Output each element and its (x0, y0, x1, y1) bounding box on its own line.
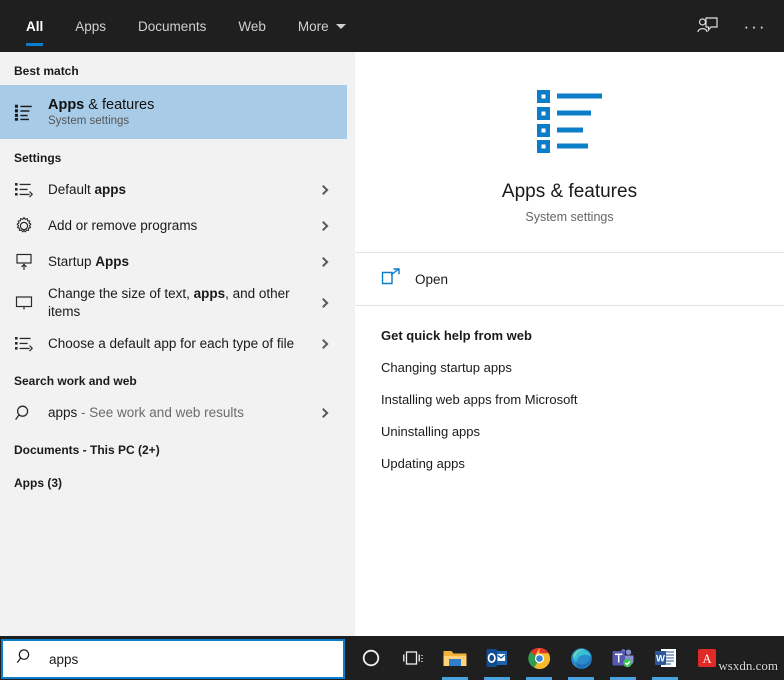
best-match-subtitle: System settings (48, 115, 154, 127)
quick-help-link-updating-apps[interactable]: Updating apps (381, 456, 784, 471)
quick-help-link-changing-startup-apps[interactable]: Changing startup apps (381, 360, 784, 375)
web-search-query: apps (48, 405, 77, 420)
tab-more-label: More (298, 19, 329, 34)
documents-header: Documents - This PC (2+) (0, 431, 347, 464)
overflow-dots: ··· (744, 18, 767, 35)
more-options-icon[interactable]: ··· (740, 11, 770, 41)
settings-item-add-or-remove-programs[interactable]: Add or remove programs (0, 208, 347, 244)
tab-active-underline (26, 43, 43, 46)
tab-web-label: Web (238, 19, 266, 34)
display-monitor-icon (14, 294, 34, 312)
settings-item-startup-apps[interactable]: Startup Apps (0, 244, 347, 280)
best-match-result-apps-and-features[interactable]: Apps & features System settings (0, 85, 347, 139)
open-external-icon (381, 268, 401, 291)
search-header: All Apps Documents Web More (0, 0, 784, 52)
watermark: wsxdn.com (718, 658, 778, 674)
settings-item-choose-default-app-label: Choose a default app for each type of fi… (48, 335, 294, 353)
search-icon (14, 403, 34, 423)
search-icon (16, 647, 35, 671)
startup-monitor-icon (14, 252, 34, 272)
default-apps-icon (14, 335, 34, 353)
label-pre: Change the size of text, (48, 286, 194, 301)
taskbar-search-input[interactable]: apps (1, 639, 345, 679)
label-pre: Choose a default app for each type of fi… (48, 336, 294, 351)
preview-subtitle: System settings (525, 210, 613, 224)
search-body: Best match Apps & features (0, 52, 784, 636)
settings-item-default-apps[interactable]: Default apps (0, 172, 347, 208)
tab-web[interactable]: Web (222, 0, 282, 52)
tab-documents-label: Documents (138, 19, 206, 34)
default-apps-icon (14, 181, 34, 199)
best-match-texts: Apps & features System settings (48, 97, 154, 127)
taskbar-icons: W A (350, 636, 728, 680)
settings-item-change-text-size[interactable]: Change the size of text, apps, and other… (0, 280, 347, 326)
svg-text:A: A (702, 652, 711, 666)
chevron-right-icon (319, 298, 329, 308)
header-actions: ··· (692, 0, 784, 52)
tab-all[interactable]: All (10, 0, 59, 52)
cortana-icon[interactable] (350, 636, 392, 680)
quick-help-section: Get quick help from web Changing startup… (355, 306, 784, 471)
quick-help-link-uninstalling-apps[interactable]: Uninstalling apps (381, 424, 784, 439)
chevron-right-icon (319, 408, 329, 418)
web-search-header: Search work and web (0, 362, 347, 395)
tab-apps[interactable]: Apps (59, 0, 122, 52)
chevron-right-icon (319, 257, 329, 267)
preview-hero: Apps & features System settings (355, 52, 784, 224)
label-bold: apps (194, 286, 226, 301)
search-input-value: apps (49, 652, 78, 667)
best-match-header: Best match (0, 52, 347, 85)
best-match-title-bold: Apps (48, 97, 84, 113)
pane-divider (347, 52, 355, 636)
apps-header: Apps (3) (0, 464, 347, 497)
chevron-right-icon (319, 185, 329, 195)
settings-header: Settings (0, 139, 347, 172)
settings-item-change-text-size-label: Change the size of text, apps, and other… (48, 285, 298, 321)
chevron-down-icon (336, 24, 346, 29)
results-pane: Best match Apps & features (0, 52, 347, 636)
open-action-label: Open (415, 272, 448, 287)
quick-help-link-installing-web-apps[interactable]: Installing web apps from Microsoft (381, 392, 784, 407)
chrome-icon[interactable] (518, 636, 560, 680)
label-bold: Apps (95, 254, 129, 269)
label-pre: Add or remove programs (48, 218, 197, 233)
settings-item-default-apps-label: Default apps (48, 181, 126, 199)
open-action-button[interactable]: Open (355, 253, 784, 305)
tab-apps-label: Apps (75, 19, 106, 34)
chevron-right-icon (319, 339, 329, 349)
outlook-icon[interactable] (476, 636, 518, 680)
quick-help-title: Get quick help from web (381, 328, 784, 343)
web-search-result[interactable]: apps - See work and web results (0, 395, 347, 431)
svg-text:W: W (656, 653, 665, 664)
chevron-right-icon (319, 221, 329, 231)
preview-pane: Apps & features System settings Open Get… (355, 52, 784, 636)
preview-title: Apps & features (502, 181, 637, 203)
person-feedback-icon[interactable] (692, 11, 722, 41)
settings-item-startup-apps-label: Startup Apps (48, 253, 129, 271)
task-view-icon[interactable] (392, 636, 434, 680)
word-icon[interactable]: W (644, 636, 686, 680)
search-tabs: All Apps Documents Web More (0, 0, 362, 52)
edge-icon[interactable] (560, 636, 602, 680)
web-search-suffix: - See work and web results (77, 405, 244, 420)
settings-item-add-or-remove-programs-label: Add or remove programs (48, 217, 197, 235)
gear-icon (14, 216, 34, 236)
windows-search-overlay: All Apps Documents Web More (0, 0, 784, 680)
settings-item-choose-default-app[interactable]: Choose a default app for each type of fi… (0, 326, 347, 362)
file-explorer-icon[interactable] (434, 636, 476, 680)
label-bold: apps (95, 182, 127, 197)
best-match-title: Apps & features (48, 97, 154, 113)
tab-more[interactable]: More (282, 0, 362, 52)
label-pre: Startup (48, 254, 95, 269)
label-pre: Default (48, 182, 95, 197)
teams-icon[interactable] (602, 636, 644, 680)
tab-documents[interactable]: Documents (122, 0, 222, 52)
tab-all-label: All (26, 19, 43, 34)
best-match-title-rest: & features (84, 97, 154, 113)
apps-list-icon (14, 102, 34, 122)
web-search-result-label: apps - See work and web results (48, 404, 244, 422)
apps-features-blue-icon (535, 88, 605, 159)
